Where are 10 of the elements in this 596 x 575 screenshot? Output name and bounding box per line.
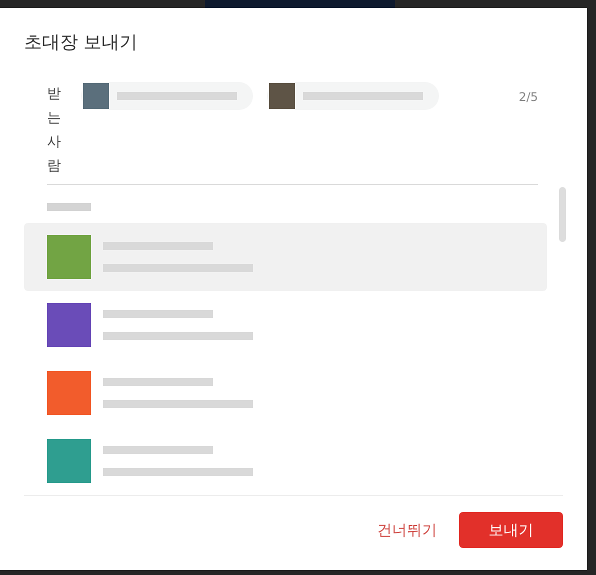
redacted-text [47, 203, 91, 211]
contact-row[interactable] [24, 223, 547, 291]
dialog-title: 초대장 보내기 [23, 31, 139, 54]
recipients-label: 받는사람 [47, 85, 62, 176]
recipient-count: 2/5 [518, 89, 538, 106]
recipient-chip[interactable] [267, 82, 439, 110]
recipient-chip[interactable] [81, 82, 253, 110]
scrollbar[interactable] [559, 187, 566, 242]
skip-button[interactable]: 건너뛰기 [377, 520, 437, 540]
send-button[interactable]: 보내기 [459, 512, 563, 548]
